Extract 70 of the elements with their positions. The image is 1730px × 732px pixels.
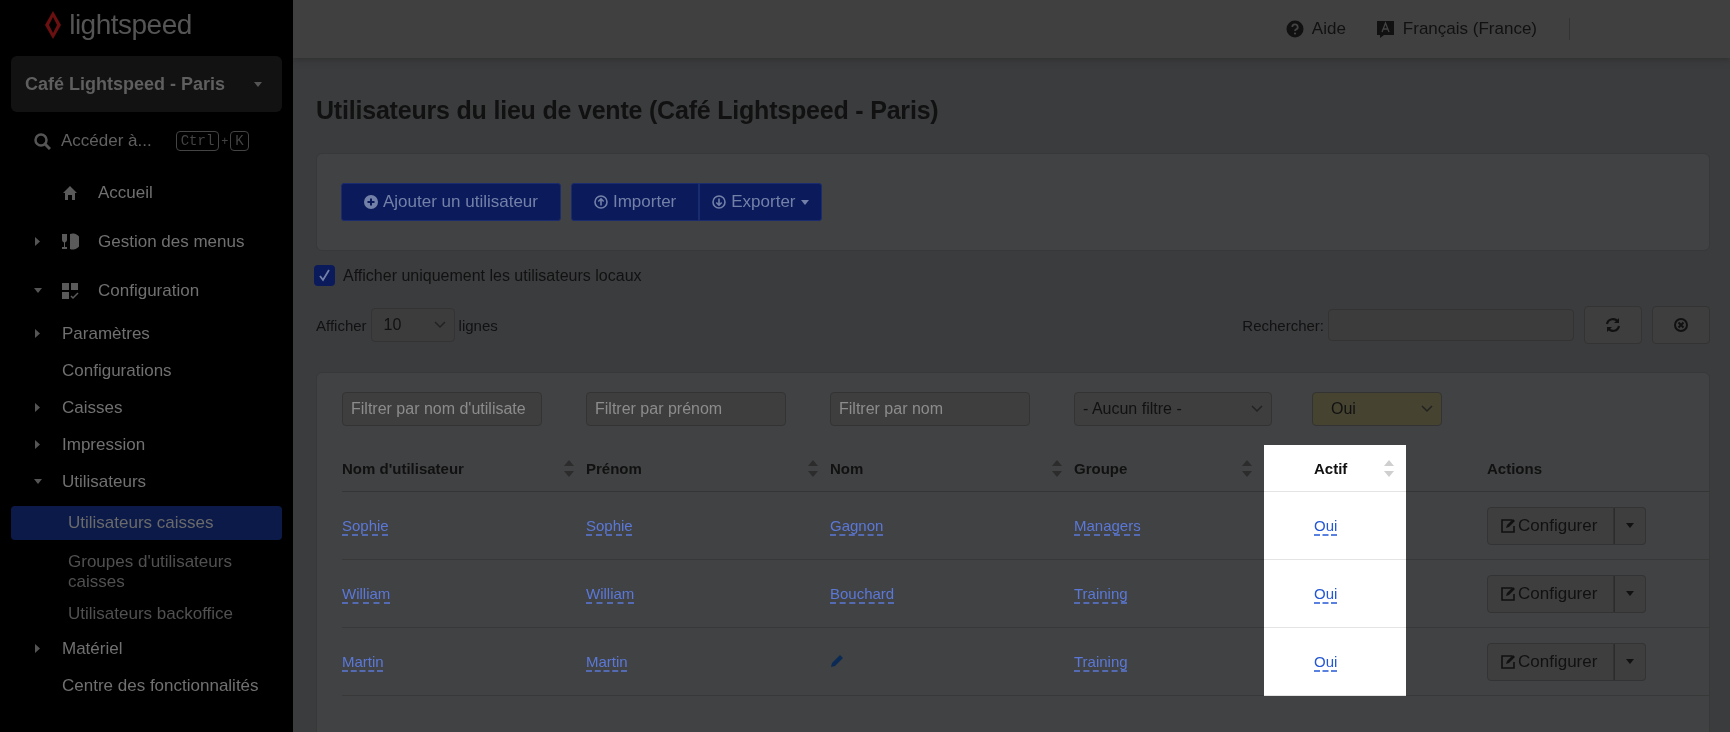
editable-link[interactable]: Oui bbox=[1314, 517, 1338, 534]
store-selector[interactable]: Café Lightspeed - Paris bbox=[11, 56, 282, 112]
refresh-icon bbox=[1605, 317, 1621, 333]
import-button[interactable]: Importer bbox=[571, 183, 700, 221]
logo-text: lightspeed bbox=[69, 9, 192, 41]
editable-link[interactable]: Sophie bbox=[342, 517, 389, 534]
menu-item[interactable]: Matériel bbox=[62, 638, 123, 659]
quick-access-link[interactable]: Accéder à... bbox=[61, 131, 152, 151]
edit-icon bbox=[1500, 517, 1516, 534]
editable-link[interactable]: Martin bbox=[586, 653, 628, 670]
menu-item[interactable]: Groupes d'utilisateurs caisses bbox=[11, 552, 282, 592]
refresh-button[interactable] bbox=[1584, 306, 1642, 344]
menu-item[interactable]: Centre des fonctionnalités bbox=[62, 675, 259, 696]
more-actions-button[interactable] bbox=[1614, 642, 1647, 681]
caret-icon bbox=[1626, 657, 1635, 666]
editable-link[interactable]: William bbox=[586, 585, 635, 602]
glass-and-plate-icon bbox=[61, 233, 79, 250]
menu-item[interactable]: Utilisateurs bbox=[62, 471, 147, 492]
search-icon bbox=[34, 132, 51, 150]
editable-link[interactable]: William bbox=[342, 585, 391, 602]
caret-icon bbox=[1626, 589, 1635, 598]
more-actions-button[interactable] bbox=[1614, 506, 1647, 545]
clear-button[interactable] bbox=[1652, 306, 1710, 344]
menu-item[interactable]: Gestion des menus bbox=[98, 231, 245, 252]
add-user-button[interactable]: Ajouter un utilisateur bbox=[341, 183, 561, 221]
editable-link[interactable]: Managers bbox=[1074, 517, 1141, 534]
filter-field[interactable]: Filtrer par nom bbox=[830, 392, 1030, 426]
plus-circle-icon bbox=[364, 195, 378, 209]
filter-field[interactable]: Filtrer par prénom bbox=[586, 392, 786, 426]
chevron-down-icon bbox=[1251, 405, 1263, 413]
edit-icon bbox=[1500, 653, 1516, 670]
menu-item[interactable]: Impression bbox=[62, 434, 146, 455]
more-actions-button[interactable] bbox=[1614, 574, 1647, 613]
help-icon bbox=[1285, 20, 1304, 38]
checkmark-icon bbox=[318, 269, 331, 282]
grid-check-icon bbox=[61, 281, 79, 300]
plus-sign: + bbox=[221, 134, 229, 148]
menu-item[interactable]: Utilisateurs backoffice bbox=[11, 604, 282, 624]
menu-item[interactable]: Configurations bbox=[62, 360, 172, 381]
menu-item[interactable]: Configuration bbox=[98, 280, 200, 301]
column-header[interactable]: Actif bbox=[1314, 459, 1348, 477]
upload-circle-icon bbox=[594, 195, 608, 209]
caret-icon bbox=[800, 197, 809, 207]
editable-link[interactable]: Martin bbox=[342, 653, 384, 670]
edit-icon bbox=[1500, 585, 1516, 602]
download-circle-icon bbox=[712, 195, 727, 209]
caret-icon bbox=[1626, 521, 1635, 530]
menu-item[interactable]: Utilisateurs caisses bbox=[11, 506, 282, 540]
editable-link[interactable]: Oui bbox=[1314, 585, 1338, 602]
chevron-down-icon bbox=[433, 321, 446, 329]
clear-circle-icon bbox=[1674, 318, 1688, 332]
filter-field[interactable]: Filtrer par nom d'utilisate bbox=[342, 392, 542, 426]
editable-link[interactable]: Gagnon bbox=[830, 517, 884, 534]
menu-item[interactable]: Caisses bbox=[62, 397, 123, 418]
caret-icon bbox=[254, 79, 262, 89]
menu-item[interactable]: Accueil bbox=[98, 182, 153, 203]
editable-link[interactable]: Sophie bbox=[586, 517, 633, 534]
export-button[interactable]: Exporter bbox=[699, 183, 822, 221]
pencil-icon[interactable] bbox=[830, 654, 845, 669]
editable-link[interactable]: Training bbox=[1074, 585, 1128, 602]
editable-link[interactable]: Training bbox=[1074, 653, 1128, 670]
editable-link[interactable]: Bouchard bbox=[830, 585, 895, 602]
language-icon bbox=[1375, 19, 1395, 39]
home-icon bbox=[62, 184, 78, 201]
menu-item[interactable]: Paramètres bbox=[62, 323, 150, 344]
checkbox[interactable] bbox=[314, 265, 335, 286]
editable-link[interactable]: Oui bbox=[1314, 653, 1338, 670]
keyboard-key: K bbox=[230, 131, 249, 151]
chevron-down-icon bbox=[1421, 405, 1433, 413]
keyboard-key: Ctrl bbox=[175, 131, 220, 151]
